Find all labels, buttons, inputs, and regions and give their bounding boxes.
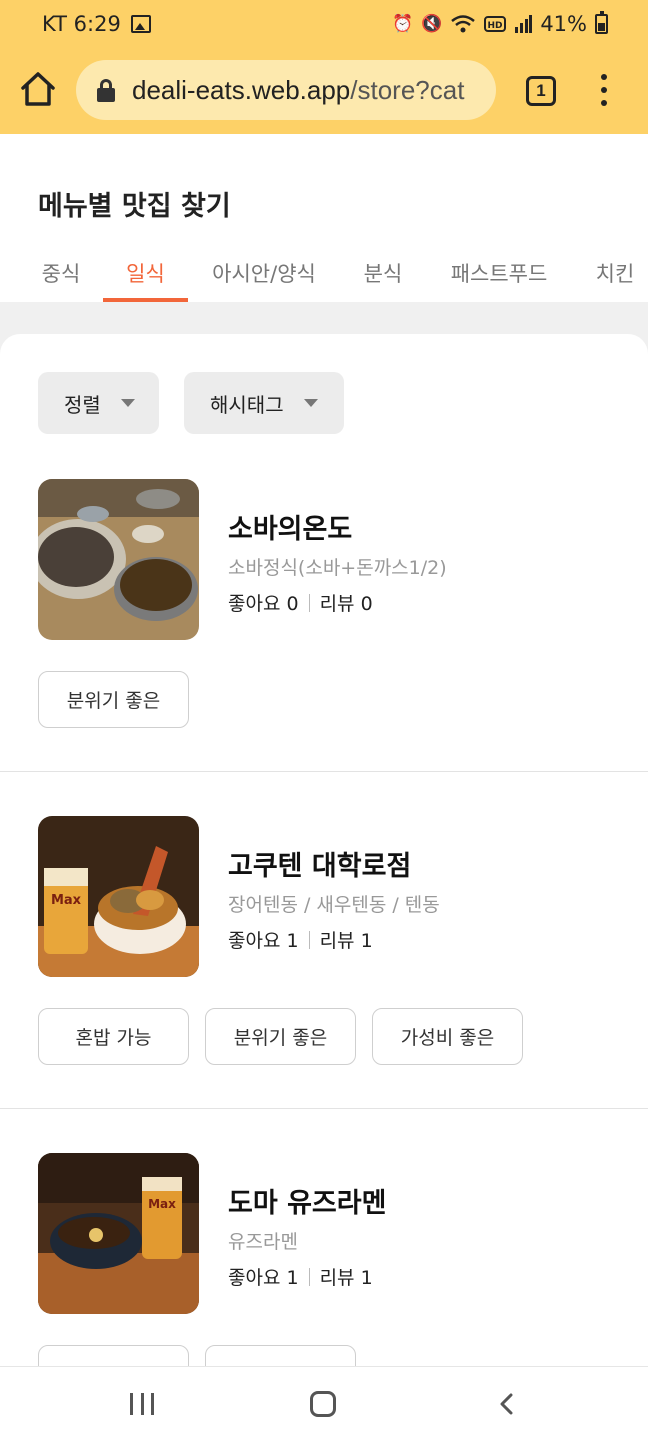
reviews-count: 리뷰 1: [319, 1267, 373, 1289]
store-name: 도마 유즈라멘: [228, 1188, 387, 1219]
url-domain: deali-eats.web.app: [132, 74, 351, 105]
svg-text:Max: Max: [148, 1197, 176, 1211]
url-path: /store?cat: [350, 74, 465, 105]
tab-chicken[interactable]: 치킨: [593, 242, 637, 302]
category-tabs: 중식 일식 아시안/양식 분식 패스트푸드 치킨: [0, 242, 648, 302]
store-menu: 소바정식(소바+돈까스1/2): [228, 557, 447, 579]
store-stats: 좋아요 1 리뷰 1: [228, 1263, 373, 1290]
stats-divider: [308, 593, 310, 612]
battery-icon: [595, 11, 608, 34]
store-stats: 좋아요 0 리뷰 0: [228, 589, 373, 616]
hd-icon: HD: [484, 16, 507, 32]
tab-fastfood[interactable]: 패스트푸드: [446, 242, 552, 302]
mute-icon: 🔇: [421, 14, 443, 34]
status-bar: KT 6:29 ⏰ 🔇 HD 41%: [0, 0, 648, 48]
hashtag-chip[interactable]: 가성비 좋은: [372, 1008, 523, 1065]
gallery-icon: [130, 15, 151, 33]
store-tags: 혼밥 가능 분위기 좋은 가성비 좋은: [38, 1008, 523, 1065]
sort-label: 정렬: [64, 392, 101, 417]
caret-down-icon: [303, 399, 318, 407]
home-nav-icon[interactable]: [310, 1391, 336, 1417]
stats-divider: [308, 930, 310, 949]
sort-dropdown[interactable]: 정렬: [38, 372, 159, 434]
more-menu-icon[interactable]: [598, 74, 610, 108]
store-tags: [38, 1345, 356, 1366]
hashtag-chip[interactable]: [38, 1345, 189, 1366]
tab-chinese[interactable]: 중식: [40, 242, 82, 302]
browser-toolbar: deali-eats.web.app/store?cat 1: [0, 48, 648, 134]
battery-percent: 41%: [540, 12, 587, 36]
alarm-icon: ⏰: [391, 14, 414, 34]
signal-icon: [515, 15, 533, 33]
lock-icon: [96, 78, 116, 102]
tab-asian-western[interactable]: 아시안/양식: [208, 242, 320, 302]
store-photo: [38, 479, 199, 640]
page-header: 메뉴별 맛집 찾기 중식 일식 아시안/양식 분식 패스트푸드 치킨: [0, 134, 648, 302]
tab-japanese[interactable]: 일식: [103, 242, 188, 302]
divider: [0, 1108, 648, 1109]
svg-text:Max: Max: [51, 893, 82, 908]
system-nav-bar: [0, 1366, 648, 1440]
likes-count: 좋아요 1: [228, 1267, 299, 1289]
store-menu: 유즈라멘: [228, 1231, 298, 1253]
hashtag-label: 해시태그: [210, 392, 284, 417]
store-stats: 좋아요 1 리뷰 1: [228, 926, 373, 953]
store-tags: 분위기 좋은: [38, 671, 189, 728]
store-photo: Max: [38, 1153, 199, 1314]
browser-chrome: KT 6:29 ⏰ 🔇 HD 41% deali-eats.web.app/st…: [0, 0, 648, 134]
store-list-card: 정렬 해시태그 소바의온도 소바정식(소바+돈까스1/2) 좋아요 0 리뷰 0…: [0, 334, 648, 1366]
caret-down-icon: [120, 399, 135, 407]
store-menu: 장어텐동 / 새우텐동 / 텐동: [228, 894, 440, 916]
divider: [0, 771, 648, 772]
tab-switcher-button[interactable]: 1: [526, 76, 556, 106]
wifi-icon: [451, 15, 476, 33]
page-title: 메뉴별 맛집 찾기: [38, 191, 231, 222]
hashtag-dropdown[interactable]: 해시태그: [184, 372, 344, 434]
hashtag-chip[interactable]: 분위기 좋은: [205, 1008, 356, 1065]
tab-snack[interactable]: 분식: [362, 242, 404, 302]
svg-text:HD: HD: [488, 21, 503, 31]
home-icon[interactable]: [20, 70, 56, 110]
reviews-count: 리뷰 0: [319, 593, 373, 615]
store-name: 고쿠텐 대학로점: [228, 851, 412, 882]
url-text: deali-eats.web.app/store?cat: [132, 75, 464, 106]
stats-divider: [308, 1267, 310, 1286]
url-bar[interactable]: deali-eats.web.app/store?cat: [76, 60, 496, 120]
likes-count: 좋아요 1: [228, 930, 299, 952]
store-photo: Max: [38, 816, 199, 977]
hashtag-chip[interactable]: 분위기 좋은: [38, 671, 189, 728]
hashtag-chip[interactable]: 혼밥 가능: [38, 1008, 189, 1065]
likes-count: 좋아요 0: [228, 593, 299, 615]
reviews-count: 리뷰 1: [319, 930, 373, 952]
carrier-time: KT 6:29: [42, 12, 121, 36]
store-name: 소바의온도: [228, 514, 353, 545]
hashtag-chip[interactable]: [205, 1345, 356, 1366]
recent-apps-icon[interactable]: [130, 1393, 154, 1415]
back-icon[interactable]: [496, 1392, 520, 1416]
